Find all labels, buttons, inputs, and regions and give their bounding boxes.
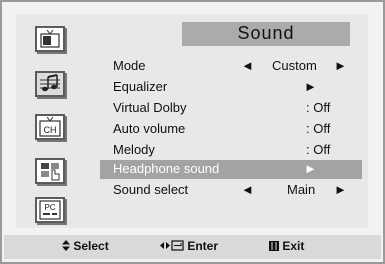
menu-item-melody[interactable]: Melody : Off <box>100 141 362 160</box>
menu-item-value: : Off <box>306 142 331 157</box>
help-enter: Enter <box>160 239 218 253</box>
help-select: Select <box>62 239 109 253</box>
menu-item-mode[interactable]: Mode ◄ Custom ► <box>100 57 362 76</box>
menu-item-label: Sound select <box>113 182 189 197</box>
help-exit-label: Exit <box>282 239 305 253</box>
pc-icon-label: PC <box>44 203 55 212</box>
menu-item-label: Melody <box>113 142 155 157</box>
menu-item-sound-select[interactable]: Sound select ◄ Main ► <box>100 181 362 200</box>
page-title: Sound <box>237 23 295 43</box>
picture-icon <box>40 30 60 48</box>
right-arrow-icon[interactable]: ► <box>334 182 347 197</box>
category-sidebar: CH PC <box>16 14 88 228</box>
menu-item-equalizer[interactable]: Equalizer ► <box>100 78 362 97</box>
menu-item-value: : Off <box>306 121 331 136</box>
menu-item-label: Headphone sound <box>113 161 220 176</box>
menu-item-label: Virtual Dolby <box>113 100 187 115</box>
updown-icon <box>62 240 70 251</box>
menu-item-value: Custom <box>272 58 317 73</box>
sidebar-setup[interactable] <box>35 158 65 184</box>
channel-icon: CH <box>39 117 61 137</box>
menu-header: Sound <box>182 22 350 46</box>
menu-item-auto-volume[interactable]: Auto volume : Off <box>100 120 362 139</box>
right-arrow-icon[interactable]: ► <box>304 161 317 176</box>
right-arrow-icon[interactable]: ► <box>334 58 347 73</box>
menu-item-value: : Off <box>306 100 331 115</box>
right-arrow-icon[interactable]: ► <box>304 79 317 94</box>
sidebar-pc[interactable]: PC <box>35 197 65 223</box>
left-arrow-icon[interactable]: ◄ <box>241 182 254 197</box>
help-select-label: Select <box>73 239 109 253</box>
menu-item-label: Mode <box>113 58 146 73</box>
pc-icon: PC <box>39 200 61 220</box>
menu-item-virtual-dolby[interactable]: Virtual Dolby : Off <box>100 99 362 118</box>
channel-icon-label: CH <box>44 125 57 135</box>
menu-item-label: Equalizer <box>113 79 168 94</box>
setup-icon <box>41 163 60 181</box>
osd-panel: CH PC Sound Mode ◄ Custom ► Equalizer ► … <box>16 14 368 228</box>
sidebar-channel[interactable]: CH <box>35 114 65 140</box>
sidebar-picture[interactable] <box>35 26 65 52</box>
enter-icon <box>160 240 184 251</box>
menu-icon <box>269 241 279 251</box>
sidebar-sound[interactable] <box>35 71 65 97</box>
left-arrow-icon[interactable]: ◄ <box>241 58 254 73</box>
menu-item-label: Auto volume <box>113 121 186 136</box>
help-exit: Exit <box>269 239 304 253</box>
help-bar: Select Enter Exit <box>4 235 381 259</box>
sound-icon <box>40 74 60 92</box>
osd-window: CH PC Sound Mode ◄ Custom ► Equalizer ► … <box>0 0 385 264</box>
menu-item-value: Main <box>287 182 316 197</box>
menu-item-headphone-sound[interactable]: Headphone sound ► <box>100 160 362 179</box>
help-enter-label: Enter <box>187 239 219 253</box>
